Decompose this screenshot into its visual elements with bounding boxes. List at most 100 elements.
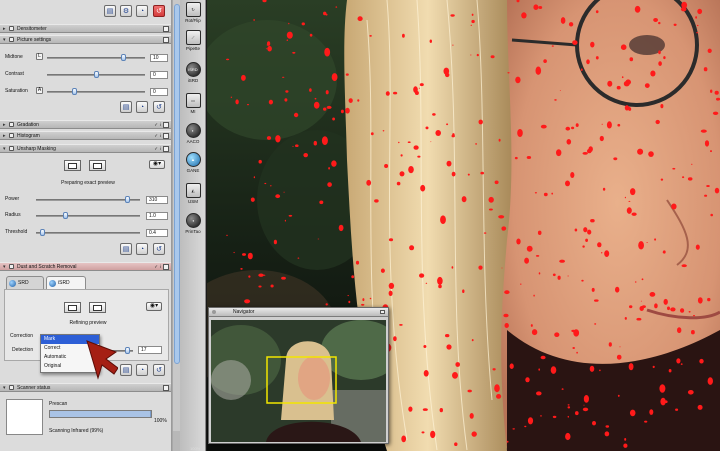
left-panel-scrollbar[interactable]	[172, 0, 181, 451]
window-icon[interactable]	[163, 133, 169, 139]
section-gradation[interactable]: ▸ Gradation ✓ i	[0, 120, 171, 129]
preview-button[interactable]: ◔	[136, 5, 148, 17]
saturation-slider[interactable]	[47, 91, 145, 93]
preview-mode-split-button[interactable]	[89, 302, 106, 313]
dust-mark	[357, 99, 360, 102]
midtone-slider[interactable]	[47, 57, 145, 59]
dust-mark	[650, 70, 656, 77]
detection-value[interactable]: 17	[138, 346, 162, 354]
dust-mark	[589, 365, 595, 372]
enabled-check-icon[interactable]: ✓	[154, 133, 158, 139]
tool-usm[interactable]: ◭ USM	[181, 183, 205, 204]
preview-button[interactable]: ◔	[136, 364, 148, 376]
reset-button[interactable]: ↺	[153, 101, 165, 113]
disclosure-expanded-icon[interactable]: ▾	[3, 36, 6, 44]
dust-mark	[636, 317, 642, 321]
preview-button[interactable]: ◔	[136, 243, 148, 255]
section-picture-settings[interactable]: ▾ Picture settings	[0, 35, 171, 44]
section-unsharp-masking[interactable]: ▾ Unsharp Masking ✓ i	[0, 144, 171, 153]
tool-printao[interactable]: ◑ PrinTao	[181, 213, 205, 234]
save-settings-button[interactable]: ▤	[120, 243, 132, 255]
reset-button[interactable]: ↺	[153, 364, 165, 376]
preview-mode-single-button[interactable]	[64, 302, 81, 313]
tool-rot-flip[interactable]: ↻ Rot/Flip	[181, 2, 205, 23]
tab-isrd[interactable]: iSRD	[46, 276, 86, 289]
enabled-check-icon[interactable]: ✓	[154, 122, 158, 128]
disclosure-expanded-icon[interactable]: ▾	[3, 263, 6, 271]
tool-isrd[interactable]: iSRD iSRD	[181, 62, 205, 83]
contrast-value[interactable]: 0	[150, 71, 168, 79]
section-dust-scratch-removal[interactable]: ▾ Dust and Scratch Removal ✓ i	[0, 262, 171, 271]
tool-aaco[interactable]: ◐ AACO	[181, 123, 205, 144]
save-settings-button[interactable]: ▤	[104, 5, 116, 17]
dust-mark	[658, 50, 661, 55]
save-settings-button[interactable]: ▤	[120, 364, 132, 376]
reset-button[interactable]: ↺	[153, 243, 165, 255]
disclosure-expanded-icon[interactable]: ▾	[3, 145, 6, 153]
window-icon[interactable]	[163, 26, 169, 32]
dust-mark	[253, 176, 256, 179]
preview-mode-single-button[interactable]	[64, 160, 81, 171]
preview-button[interactable]: ◔	[136, 101, 148, 113]
disclosure-expanded-icon[interactable]: ▾	[3, 384, 6, 392]
info-icon[interactable]: i	[160, 133, 161, 139]
info-icon[interactable]: i	[160, 264, 161, 270]
midtone-slider-thumb[interactable]	[120, 54, 126, 61]
zoom-readout: 100%	[190, 446, 201, 451]
radius-slider[interactable]	[36, 215, 140, 217]
contrast-slider-thumb[interactable]	[93, 71, 99, 78]
navigator-thumbnail[interactable]	[211, 320, 386, 442]
dust-mark	[413, 86, 418, 93]
detection-slider-thumb[interactable]	[124, 347, 130, 354]
view-toggle-button[interactable]: ◉▾	[146, 302, 162, 311]
power-value[interactable]: 310	[146, 196, 168, 204]
reset-button[interactable]: ↺	[153, 5, 165, 17]
tool-gane[interactable]: ▲ GANE	[181, 152, 205, 173]
dust-mark	[467, 173, 470, 176]
resize-icon[interactable]	[380, 310, 385, 314]
window-icon[interactable]	[163, 385, 169, 391]
radius-slider-thumb[interactable]	[62, 212, 68, 219]
dust-mark	[317, 238, 320, 240]
window-icon[interactable]	[163, 264, 169, 270]
saturation-value[interactable]: 0	[150, 88, 168, 96]
dust-mark	[446, 123, 449, 126]
dust-mark	[688, 311, 691, 313]
window-icon[interactable]	[163, 122, 169, 128]
threshold-slider-thumb[interactable]	[39, 229, 45, 236]
section-scanner-status[interactable]: ▾ Scanner status	[0, 383, 171, 392]
threshold-slider[interactable]	[36, 232, 140, 234]
info-icon[interactable]: i	[160, 122, 161, 128]
tab-srd[interactable]: SRD	[6, 276, 44, 289]
dust-mark	[527, 417, 534, 425]
radius-value[interactable]: 1.0	[146, 212, 168, 220]
dust-mark	[623, 443, 628, 448]
window-icon[interactable]	[163, 146, 169, 152]
disclosure-collapsed-icon[interactable]: ▸	[3, 121, 6, 129]
navigator-titlebar[interactable]: Navigator	[209, 308, 388, 317]
save-settings-button[interactable]: ▤	[120, 101, 132, 113]
close-icon[interactable]	[212, 310, 216, 314]
view-toggle-button[interactable]: ◉▾	[149, 160, 165, 169]
saturation-lock-key[interactable]: A	[36, 87, 43, 94]
enabled-check-icon[interactable]: ✓	[154, 264, 158, 270]
enabled-check-icon[interactable]: ✓	[154, 146, 158, 152]
disclosure-collapsed-icon[interactable]: ▸	[3, 132, 6, 140]
info-icon[interactable]: i	[160, 146, 161, 152]
dust-mark	[443, 67, 450, 75]
saturation-slider-thumb[interactable]	[71, 88, 77, 95]
navigator-window[interactable]: Navigator	[208, 307, 389, 444]
section-densitometer[interactable]: ▸ Densitometer	[0, 24, 171, 33]
settings-gear-button[interactable]: ⚙	[120, 5, 132, 17]
power-slider-thumb[interactable]	[125, 196, 131, 203]
preview-mode-split-button[interactable]	[89, 160, 106, 171]
window-icon[interactable]	[163, 37, 169, 43]
dust-mark	[516, 238, 521, 245]
tool-mi[interactable]: ▭ MI	[181, 93, 205, 114]
section-histogram[interactable]: ▸ Histogram ✓ i	[0, 131, 171, 140]
tool-pipette[interactable]: ⟋ Pipette	[181, 30, 205, 51]
midtone-lock-key[interactable]: L	[36, 53, 43, 60]
midtone-value[interactable]: 10	[150, 54, 168, 62]
threshold-value[interactable]: 0.4	[146, 229, 168, 237]
disclosure-collapsed-icon[interactable]: ▸	[3, 25, 6, 33]
